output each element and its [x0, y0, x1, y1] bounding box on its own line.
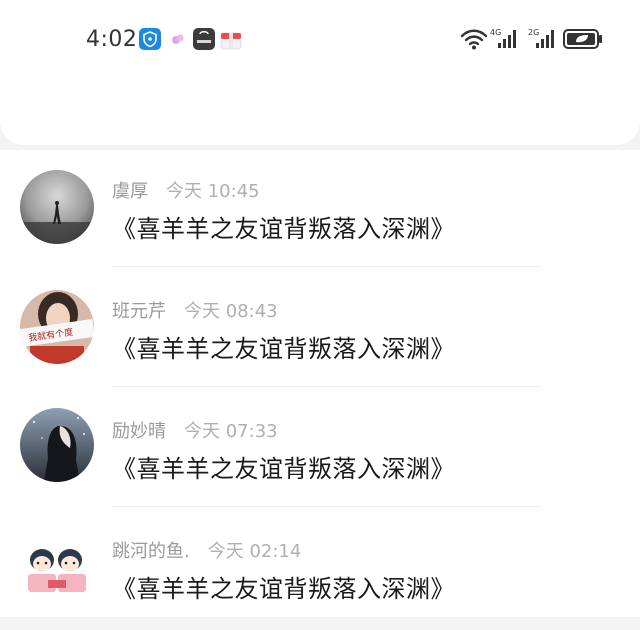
commenter-name: 励妙晴 今天 07:33: [112, 421, 278, 442]
comment-time: 今天 10:45: [166, 181, 260, 202]
comment-item[interactable]: 我就有个度 班元芹 今天 08:43 《喜羊羊之友谊背叛落入深渊》: [0, 270, 640, 390]
avatar[interactable]: [20, 170, 94, 244]
commenter-name: 跳河的鱼. 今天 02:14: [112, 541, 302, 562]
shield-app-icon: [139, 28, 161, 50]
battery-icon: [563, 29, 602, 49]
comment-item[interactable]: 虞厚 今天 10:45 《喜羊羊之友谊背叛落入深渊》: [0, 150, 640, 270]
divider: [112, 506, 542, 507]
status-bar-area: 4:02 4G 2G: [0, 0, 640, 145]
gift-box-icon: [220, 32, 242, 50]
comment-time: 今天 07:33: [184, 421, 278, 442]
wifi-icon: [460, 29, 488, 50]
signal-4g-icon: 4G: [490, 28, 516, 48]
svg-text:2G: 2G: [528, 28, 539, 37]
avatar[interactable]: [20, 530, 94, 604]
commenter-name: 班元芹 今天 08:43: [112, 301, 278, 322]
commenter-name: 虞厚 今天 10:45: [112, 181, 260, 202]
divider: [112, 386, 542, 387]
signal-2g-icon: 2G: [528, 28, 554, 48]
comment-item[interactable]: 跳河的鱼. 今天 02:14 《喜羊羊之友谊背叛落入深渊》: [0, 510, 640, 630]
comment-time: 今天 08:43: [184, 301, 278, 322]
candy-app-icon: [172, 34, 184, 44]
avatar[interactable]: [20, 408, 94, 482]
svg-text:4G: 4G: [490, 28, 501, 37]
status-indicators: 4G 2G: [460, 28, 602, 50]
comment-text: 《喜羊羊之友谊背叛落入深渊》: [112, 455, 455, 483]
comment-item[interactable]: 励妙晴 今天 07:33 《喜羊羊之友谊背叛落入深渊》: [0, 390, 640, 510]
comment-time: 今天 02:14: [207, 541, 302, 562]
status-time: 4:02: [86, 27, 138, 52]
comment-list: 虞厚 今天 10:45 《喜羊羊之友谊背叛落入深渊》 我就有个度 班元芹 今天 08…: [0, 150, 640, 617]
comment-text: 《喜羊羊之友谊背叛落入深渊》: [112, 335, 455, 363]
comment-text: 《喜羊羊之友谊背叛落入深渊》: [112, 215, 455, 243]
huawei-store-icon: [193, 28, 215, 50]
avatar[interactable]: 我就有个度: [20, 290, 94, 364]
divider: [112, 266, 542, 267]
comment-text: 《喜羊羊之友谊背叛落入深渊》: [112, 575, 455, 603]
